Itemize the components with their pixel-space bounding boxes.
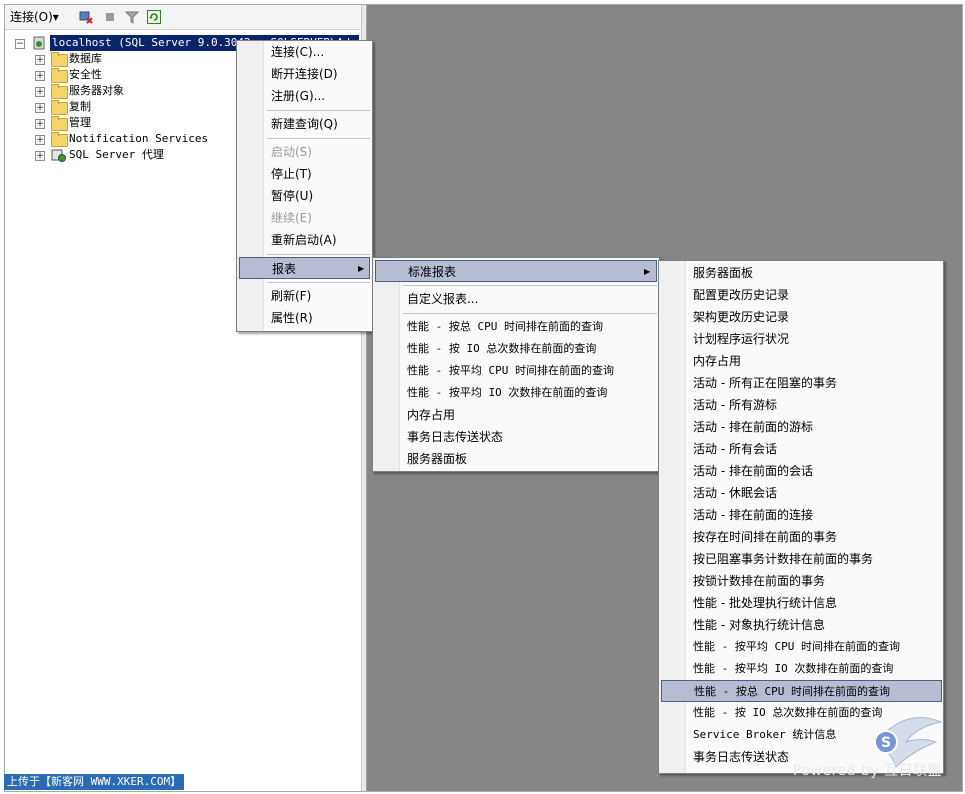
menu-item-reports[interactable]: 报表 ▶ [239,257,370,279]
collapse-icon[interactable]: − [15,39,25,49]
expand-icon[interactable]: + [35,135,45,145]
menu-item-report[interactable]: 内存占用 [661,350,941,372]
tree-node-management[interactable]: + 管理 [35,115,235,131]
menu-separator [267,138,370,139]
tree-node-replication[interactable]: + 复制 [35,99,235,115]
disconnect-icon[interactable] [79,10,93,24]
folder-icon [51,132,68,147]
expand-icon[interactable]: + [35,151,45,161]
expand-icon[interactable]: + [35,87,45,97]
expand-icon[interactable]: + [35,71,45,81]
folder-icon [51,116,68,131]
menu-item-stop[interactable]: 停止(T) [239,163,369,185]
menu-item-recent-report[interactable]: 性能 - 按平均 IO 次数排在前面的查询 [375,382,657,404]
tree-label: 数据库 [69,52,102,65]
menu-item-report[interactable]: 活动 - 排在前面的连接 [661,504,941,526]
reports-submenu: 标准报表 ▶ 自定义报表... 性能 - 按总 CPU 时间排在前面的查询 性能 … [372,257,660,472]
object-explorer-toolbar: 连接(O)▾ [5,5,361,30]
menu-separator [267,110,370,111]
menu-item-register[interactable]: 注册(G)... [239,85,369,107]
menu-separator [267,282,370,283]
menu-separator [403,313,657,314]
menu-item-report[interactable]: 服务器面板 [661,262,941,284]
submenu-arrow-icon: ▶ [644,267,651,276]
menu-item-report[interactable]: 性能 - 批处理执行统计信息 [661,592,941,614]
submenu-arrow-icon: ▶ [358,264,365,273]
menu-item-report[interactable]: 按已阻塞事务计数排在前面的事务 [661,548,941,570]
menu-item-custom-report[interactable]: 自定义报表... [375,288,657,310]
menu-item-report[interactable]: 性能 - 对象执行统计信息 [661,614,941,636]
menu-item-resume: 继续(E) [271,211,312,225]
menu-item-recent-report[interactable]: 服务器面板 [375,448,657,470]
menu-item-recent-report[interactable]: 性能 - 按平均 CPU 时间排在前面的查询 [375,360,657,382]
menu-separator [403,285,657,286]
tree-node-notification-services[interactable]: + Notification Services [35,131,235,147]
menu-item-report[interactable]: 性能 - 按平均 CPU 时间排在前面的查询 [661,636,941,658]
tree-label: 管理 [69,116,91,129]
menu-item-report[interactable]: 活动 - 所有游标 [661,394,941,416]
tree-label: SQL Server 代理 [69,148,164,161]
menu-item-refresh[interactable]: 刷新(F) [239,285,369,307]
agent-icon [51,148,66,166]
expand-icon[interactable]: + [35,103,45,113]
watermark-text: Powered by 互日联盟 [793,763,943,779]
menu-item-properties[interactable]: 属性(R) [239,307,369,329]
folder-icon [51,100,68,115]
menu-item-start: 启动(S) [271,145,312,159]
menu-item-report[interactable]: 活动 - 排在前面的游标 [661,416,941,438]
svg-text:S: S [881,735,891,751]
stop-icon[interactable] [103,10,117,24]
tree-node-sql-agent[interactable]: + SQL Server 代理 [35,147,235,163]
menu-item-new-query[interactable]: 新建查询(Q) [239,113,369,135]
connect-dropdown-button[interactable]: 连接(O)▾ [10,9,59,25]
folder-icon [51,52,68,67]
tree-label: 安全性 [69,68,102,81]
menu-item-disconnect[interactable]: 断开连接(D) [239,63,369,85]
menu-item-report[interactable]: 性能 - 按平均 IO 次数排在前面的查询 [661,658,941,680]
menu-item-report[interactable]: 按存在时间排在前面的事务 [661,526,941,548]
menu-separator [267,254,370,255]
menu-item-recent-report[interactable]: 性能 - 按总 CPU 时间排在前面的查询 [375,316,657,338]
folder-icon [51,84,68,99]
menu-item-recent-report[interactable]: 性能 - 按 IO 总次数排在前面的查询 [375,338,657,360]
menu-item-pause[interactable]: 暂停(U) [239,185,369,207]
tree-label: Notification Services [69,132,209,145]
ssms-window: 连接(O)▾ − localhost (SQL Server 9.0.3042 … [4,4,963,792]
menu-item-report[interactable]: 活动 - 休眠会话 [661,482,941,504]
tree-label: 服务器对象 [69,84,124,97]
menu-item-report[interactable]: 按锁计数排在前面的事务 [661,570,941,592]
tree-label: 复制 [69,100,91,113]
menu-item-standard-reports[interactable]: 标准报表 ▶ [375,260,657,282]
menu-item-report[interactable]: 活动 - 排在前面的会话 [661,460,941,482]
menu-item-report[interactable]: 活动 - 所有会话 [661,438,941,460]
refresh-icon[interactable] [147,10,161,24]
menu-item-restart[interactable]: 重新启动(A) [239,229,369,251]
expand-icon[interactable]: + [35,119,45,129]
filter-icon[interactable] [124,10,140,24]
menu-item-recent-report[interactable]: 内存占用 [375,404,657,426]
menu-item-recent-report[interactable]: 事务日志传送状态 [375,426,657,448]
server-context-menu: 连接(C)... 断开连接(D) 注册(G)... 新建查询(Q) 启动(S) … [236,40,373,332]
folder-icon [51,68,68,83]
standard-reports-submenu: 服务器面板 配置更改历史记录 架构更改历史记录 计划程序运行状况 内存占用 活动… [658,260,944,774]
upload-caption: 上传于【新客网 WWW.XKER.COM】 [4,774,185,790]
menu-item-connect[interactable]: 连接(C)... [239,41,369,63]
menu-item-report[interactable]: 架构更改历史记录 [661,306,941,328]
menu-item-report-selected[interactable]: 性能 - 按总 CPU 时间排在前面的查询 [661,680,942,702]
expand-icon[interactable]: + [35,55,45,65]
menu-item-report[interactable]: 计划程序运行状况 [661,328,941,350]
menu-item-report[interactable]: 活动 - 所有正在阻塞的事务 [661,372,941,394]
tree-node-server-objects[interactable]: + 服务器对象 [35,83,235,99]
tree-node-security[interactable]: + 安全性 [35,67,235,83]
menu-item-report[interactable]: 配置更改历史记录 [661,284,941,306]
tree-node-databases[interactable]: + 数据库 [35,51,235,67]
